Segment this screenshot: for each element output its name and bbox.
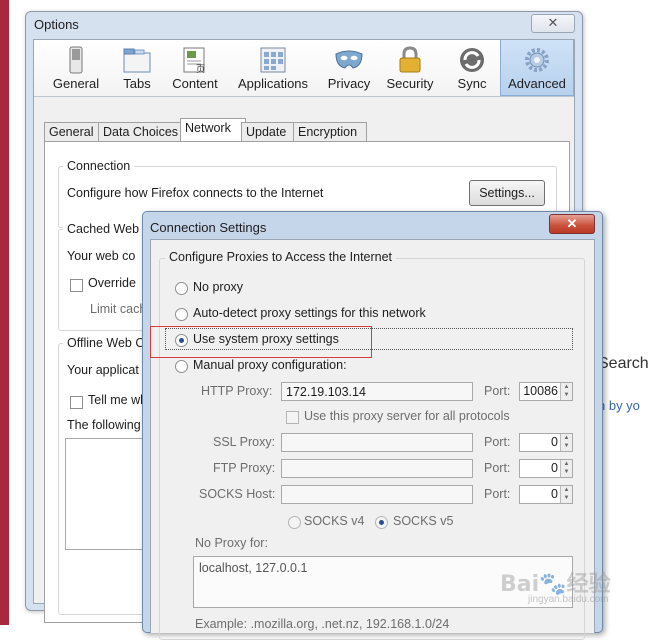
spin-arrows-icon[interactable]: ▲ ▼ <box>560 434 572 451</box>
override-checkbox[interactable] <box>70 279 83 292</box>
pane-content-label: Content <box>172 76 218 91</box>
offline-web-title: Offline Web C <box>63 336 149 350</box>
options-close-button[interactable]: ✕ <box>531 14 575 33</box>
no-proxy-for-label: No Proxy for: <box>195 536 268 550</box>
applications-icon <box>260 47 286 73</box>
pane-tabs[interactable]: Tabs <box>112 40 162 96</box>
no-proxy-example: Example: .mozilla.org, .net.nz, 192.168.… <box>195 617 450 631</box>
socks-v4-label: SOCKS v4 <box>304 514 365 528</box>
annotation-highlight-box <box>150 326 372 358</box>
background-link-text: n by yo <box>598 398 640 413</box>
watermark-url: jingyan.baidu.com <box>528 594 609 605</box>
socks-v5-label: SOCKS v5 <box>393 514 454 528</box>
connection-settings-title: Connection Settings <box>150 220 267 235</box>
pane-sync[interactable]: Sync <box>448 40 496 96</box>
privacy-mask-icon <box>335 50 363 69</box>
pane-applications-label: Applications <box>237 76 309 91</box>
tell-me-label: Tell me wh <box>88 393 148 407</box>
spin-arrows-icon[interactable]: ▲ ▼ <box>560 383 572 400</box>
manual-proxy-radio[interactable] <box>175 360 188 373</box>
same-proxy-label: Use this proxy server for all protocols <box>304 409 510 423</box>
http-proxy-input[interactable]: 172.19.103.14 <box>281 382 473 401</box>
connection-settings-button[interactable]: Settings... <box>469 180 545 206</box>
socks-host-label: SOCKS Host: <box>199 487 276 501</box>
options-title: Options <box>34 17 79 32</box>
socks-v5-radio[interactable] <box>375 516 388 529</box>
override-label: Override <box>88 276 136 290</box>
socks-v4-radio[interactable] <box>288 516 301 529</box>
security-lock-icon <box>399 46 421 73</box>
spin-arrows-icon[interactable]: ▲ ▼ <box>560 486 572 503</box>
tab-data-choices[interactable]: Data Choices <box>98 122 184 142</box>
ftp-proxy-input[interactable] <box>281 459 473 478</box>
pane-advanced[interactable]: Advanced <box>500 40 574 96</box>
offline-web-text: Your applicat <box>67 363 139 377</box>
tab-encryption[interactable]: Encryption <box>293 122 367 142</box>
advanced-gear-icon <box>525 48 549 72</box>
connection-description: Configure how Firefox connects to the In… <box>67 186 324 200</box>
background-search-text: Search <box>598 355 649 372</box>
content-icon: 页 <box>183 47 205 74</box>
sync-icon <box>460 48 484 72</box>
ssl-proxy-label: SSL Proxy: <box>213 435 276 449</box>
pane-security[interactable]: Security <box>380 40 440 96</box>
pane-content[interactable]: 页 Content <box>164 40 226 96</box>
proxy-group-title: Configure Proxies to Access the Internet <box>165 250 397 264</box>
ftp-proxy-label: FTP Proxy: <box>213 461 276 475</box>
left-accent-bar <box>0 0 9 625</box>
following-text: The following <box>67 418 141 432</box>
http-proxy-label: HTTP Proxy: <box>201 384 273 398</box>
auto-detect-radio[interactable] <box>175 308 188 321</box>
ftp-port-label: Port: <box>484 461 511 475</box>
tell-me-checkbox[interactable] <box>70 396 83 409</box>
tab-update[interactable]: Update <box>241 122 297 142</box>
svg-text:页: 页 <box>196 64 205 74</box>
manual-proxy-label: Manual proxy configuration: <box>193 358 347 372</box>
http-port-stepper[interactable]: 10086 ▲ ▼ <box>519 382 573 401</box>
pane-tabs-label: Tabs <box>123 76 151 91</box>
pane-general[interactable]: General <box>42 40 110 96</box>
ssl-port-stepper[interactable]: 0 ▲ ▼ <box>519 433 573 452</box>
tab-network[interactable]: Network <box>180 118 246 142</box>
pane-advanced-label: Advanced <box>508 76 566 91</box>
connection-group-title: Connection <box>63 159 135 173</box>
ftp-port-value: 0 <box>551 461 558 475</box>
http-port-label: Port: <box>484 384 511 398</box>
ssl-port-label: Port: <box>484 435 511 449</box>
cached-web-text: Your web co <box>67 249 136 263</box>
same-proxy-checkbox[interactable] <box>286 411 299 424</box>
ftp-port-stepper[interactable]: 0 ▲ ▼ <box>519 459 573 478</box>
spin-arrows-icon[interactable]: ▲ ▼ <box>560 460 572 477</box>
pane-privacy[interactable]: Privacy <box>322 40 376 96</box>
limit-cache-label: Limit cach <box>90 302 147 316</box>
socks-port-label: Port: <box>484 487 511 501</box>
no-proxy-label: No proxy <box>193 280 244 294</box>
no-proxy-radio[interactable] <box>175 282 188 295</box>
pane-applications[interactable]: Applications <box>230 40 316 96</box>
pane-toolbar: General Tabs 页 Content Applications Priv… <box>34 40 574 97</box>
tabs-icon <box>123 48 151 73</box>
ssl-proxy-input[interactable] <box>281 433 473 452</box>
auto-detect-label: Auto-detect proxy settings for this netw… <box>193 306 426 320</box>
pane-sync-label: Sync <box>457 76 487 91</box>
socks-host-input[interactable] <box>281 485 473 504</box>
ssl-port-value: 0 <box>551 435 558 449</box>
http-port-value: 10086 <box>523 384 558 398</box>
tab-general[interactable]: General <box>44 122 100 142</box>
general-switch-icon <box>69 46 83 74</box>
pane-general-label: General <box>52 76 100 91</box>
no-proxy-value: localhost, 127.0.0.1 <box>199 561 308 575</box>
pane-privacy-label: Privacy <box>327 76 371 91</box>
connection-settings-close-button[interactable]: ✕ <box>549 214 595 234</box>
socks-port-value: 0 <box>551 487 558 501</box>
pane-security-label: Security <box>386 76 434 91</box>
socks-port-stepper[interactable]: 0 ▲ ▼ <box>519 485 573 504</box>
